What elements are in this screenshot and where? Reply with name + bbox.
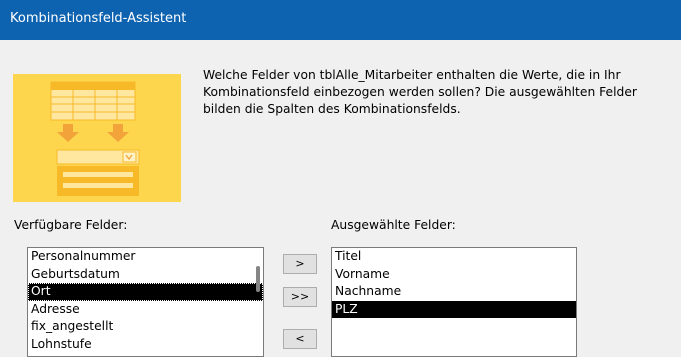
- selected-fields-list[interactable]: Titel Vorname Nachname PLZ: [331, 247, 577, 357]
- wizard-illustration: [13, 74, 181, 202]
- window-titlebar: Kombinationsfeld-Assistent: [0, 0, 681, 40]
- list-item[interactable]: Titel: [332, 248, 576, 266]
- available-fields-label: Verfügbare Felder:: [14, 218, 128, 232]
- list-item[interactable]: Lohnstufe: [28, 336, 263, 354]
- list-item[interactable]: Geburtsdatum: [28, 266, 263, 284]
- list-item[interactable]: Vorname: [332, 266, 576, 284]
- available-list-scrollbar[interactable]: [256, 266, 260, 292]
- add-one-button[interactable]: >: [283, 254, 317, 274]
- selected-fields-label: Ausgewählte Felder:: [331, 218, 456, 232]
- window-title: Kombinationsfeld-Assistent: [10, 11, 187, 26]
- wizard-description: Welche Felder von tblAlle_Mitarbeiter en…: [203, 68, 637, 116]
- list-item[interactable]: Adresse: [28, 301, 263, 319]
- list-item[interactable]: Personalnummer: [28, 248, 263, 266]
- list-item-selected[interactable]: PLZ: [332, 300, 576, 318]
- add-all-button[interactable]: >>: [283, 287, 317, 307]
- list-item[interactable]: Nachname: [332, 283, 576, 301]
- remove-one-button[interactable]: <: [283, 329, 317, 349]
- list-item-selected[interactable]: Ort: [28, 283, 263, 301]
- available-fields-list[interactable]: Personalnummer Geburtsdatum Ort Adresse …: [27, 247, 264, 357]
- list-item[interactable]: fix_angestellt: [28, 318, 263, 336]
